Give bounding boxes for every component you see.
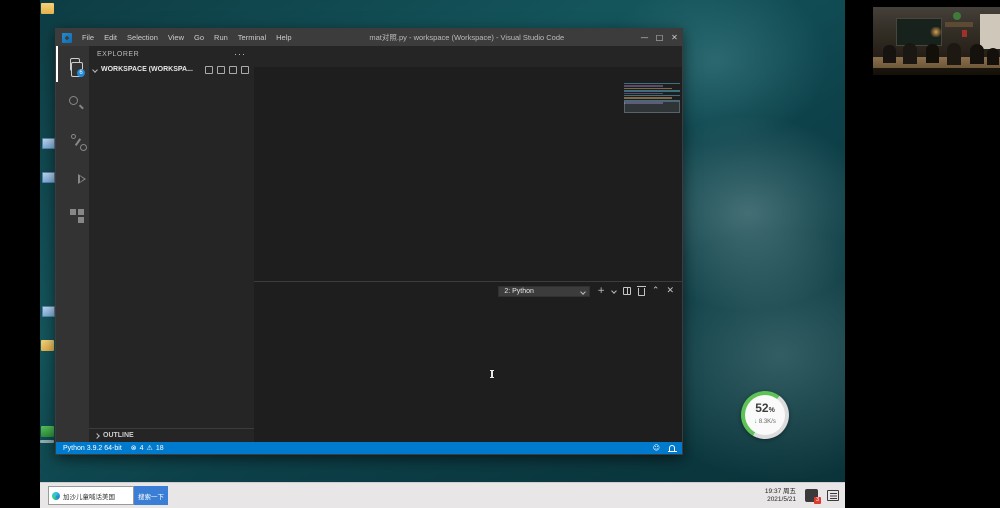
shelf (945, 22, 973, 27)
minimize-button[interactable]: — (637, 33, 652, 42)
error-icon: ⊗ (131, 444, 137, 452)
desktop-icon[interactable] (42, 306, 55, 317)
explorer-sidebar: EXPLORER ··· WORKSPACE (WORKSPA... (89, 46, 254, 442)
activitybar-badge: 6 (77, 69, 85, 77)
minimap-slider[interactable] (624, 101, 680, 113)
search-icon (69, 96, 78, 105)
activitybar-explorer[interactable]: 6 (56, 46, 89, 82)
chevron-down-icon (92, 67, 98, 73)
close-panel-icon[interactable]: ✕ (666, 287, 674, 296)
title-bar[interactable]: FileEditSelectionViewGoRunTerminalHelp m… (56, 29, 682, 46)
speed-ball-widget[interactable]: 52% ↓ 8.3K/s (741, 391, 789, 439)
webcam-video[interactable] (873, 7, 1000, 75)
action-center-icon[interactable] (827, 490, 839, 501)
source-control-icon (71, 134, 76, 139)
activitybar-extensions[interactable] (56, 190, 89, 226)
webcam-panel (873, 0, 1000, 85)
desktop-icon-label (40, 440, 54, 443)
menu-help[interactable]: Help (271, 33, 296, 42)
breadcrumb[interactable] (254, 67, 682, 81)
desktop-icon[interactable] (42, 138, 55, 149)
feedback-icon[interactable]: ☺ (653, 444, 660, 452)
menu-terminal[interactable]: Terminal (233, 33, 271, 42)
green-plant (953, 12, 961, 20)
menu-edit[interactable]: Edit (99, 33, 122, 42)
taskbar: 加沙儿童喊话美国 搜索一下 19:37 周五 2021/5/21 3 (40, 482, 845, 508)
problems-status[interactable]: ⊗ 4 ⚠ 18 (131, 444, 164, 452)
outline-section-header[interactable]: OUTLINE (89, 428, 254, 442)
file-tree (89, 77, 254, 428)
person-silhouette (987, 48, 999, 65)
workspace-section-header[interactable]: WORKSPACE (WORKSPA... (89, 62, 254, 77)
vscode-window: FileEditSelectionViewGoRunTerminalHelp m… (55, 28, 683, 455)
chevron-right-icon (94, 433, 100, 439)
taskbar-clock[interactable]: 19:37 周五 2021/5/21 (765, 488, 796, 504)
terminal-dropdown-icon[interactable] (611, 288, 617, 294)
maximize-button[interactable]: □ (652, 33, 667, 42)
warning-icon: ⚠ (147, 444, 153, 452)
search-input[interactable]: 加沙儿童喊话美国 (48, 486, 134, 505)
wall-light (929, 27, 943, 37)
desktop: FileEditSelectionViewGoRunTerminalHelp m… (40, 0, 845, 508)
extensions-icon (70, 209, 76, 215)
panel-header: 2: Python + ⌃ ✕ (254, 282, 682, 300)
refresh-icon[interactable] (228, 65, 238, 75)
system-tray: 19:37 周五 2021/5/21 3 (757, 488, 841, 504)
notifications-bell-icon[interactable] (669, 445, 675, 451)
desktop-icon[interactable] (41, 340, 54, 351)
taskbar-search: 加沙儿童喊话美国 搜索一下 (48, 486, 168, 505)
window-title: mat对照.py - workspace (Workspace) - Visua… (297, 32, 637, 43)
new-file-icon[interactable] (204, 65, 214, 75)
code-editor[interactable] (254, 81, 682, 281)
python-interpreter-status[interactable]: Python 3.9.2 64-bit (63, 445, 122, 452)
desktop-icon[interactable] (41, 426, 54, 437)
menu-run[interactable]: Run (209, 33, 233, 42)
person-silhouette (947, 43, 961, 65)
menu-selection[interactable]: Selection (122, 33, 163, 42)
terminal-select[interactable]: 2: Python (498, 286, 590, 297)
sidebar-title: EXPLORER (97, 51, 139, 58)
new-folder-icon[interactable] (216, 65, 226, 75)
activitybar-run-and-debug[interactable] (56, 154, 89, 190)
terminal-output[interactable] (254, 300, 682, 442)
projector-screen (980, 14, 1000, 49)
mouse-ibeam-cursor (491, 370, 493, 378)
chevron-down-icon (581, 289, 587, 295)
panel: 2: Python + ⌃ ✕ (254, 281, 682, 442)
menu-go[interactable]: Go (189, 33, 209, 42)
maximize-panel-icon[interactable]: ⌃ (652, 287, 660, 296)
menu-file[interactable]: File (77, 33, 99, 42)
kill-terminal-icon[interactable] (638, 288, 645, 296)
minimap[interactable] (624, 83, 680, 129)
screen: FileEditSelectionViewGoRunTerminalHelp m… (0, 0, 1000, 508)
person-silhouette (883, 45, 896, 63)
editor-tab-bar (254, 46, 682, 67)
activitybar-search[interactable] (56, 82, 89, 118)
collapse-all-icon[interactable] (240, 65, 250, 75)
download-arrow-icon: ↓ (754, 419, 757, 425)
close-button[interactable]: ✕ (667, 33, 682, 42)
menu-view[interactable]: View (163, 33, 189, 42)
menu-bar: FileEditSelectionViewGoRunTerminalHelp (77, 33, 297, 42)
desktop-icon[interactable] (42, 172, 55, 183)
activitybar-source-control[interactable] (56, 118, 89, 154)
red-object (962, 30, 967, 37)
notification-icon[interactable]: 3 (805, 489, 818, 502)
split-terminal-icon[interactable] (623, 287, 631, 295)
desktop-icon[interactable] (41, 3, 54, 14)
activity-bar: 6 (56, 46, 89, 442)
vscode-logo-icon (62, 33, 72, 43)
sidebar-more-icon[interactable]: ··· (234, 49, 246, 59)
person-silhouette (970, 44, 984, 64)
person-silhouette (903, 43, 917, 64)
edge-mini-icon (52, 492, 60, 500)
search-go-button[interactable]: 搜索一下 (134, 486, 168, 505)
person-silhouette (926, 44, 939, 63)
status-bar: Python 3.9.2 64-bit ⊗ 4 ⚠ 18 ☺ (56, 442, 682, 454)
new-terminal-icon[interactable]: + (597, 287, 605, 296)
